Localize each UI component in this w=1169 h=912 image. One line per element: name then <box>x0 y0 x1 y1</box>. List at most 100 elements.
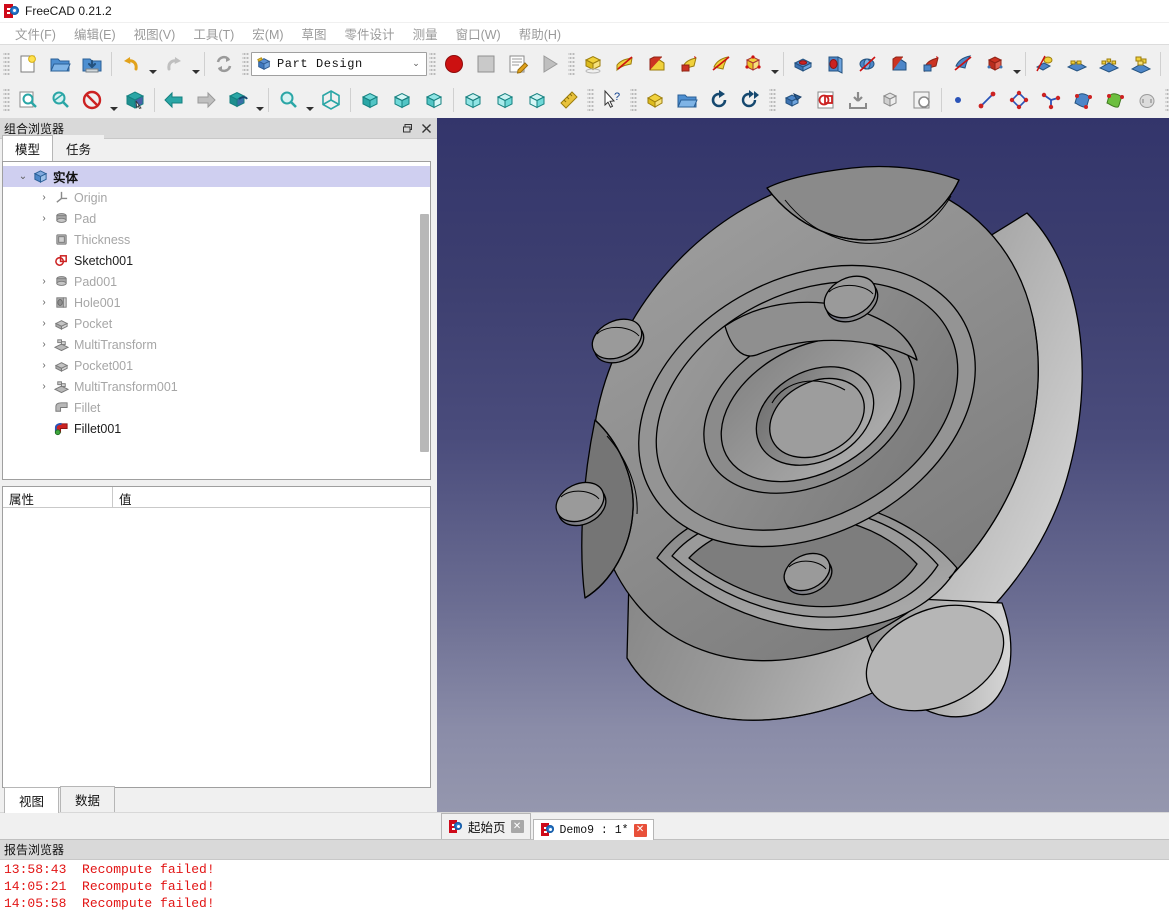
view-front-button[interactable] <box>354 84 386 116</box>
create-plane-button[interactable] <box>1035 84 1067 116</box>
fit-selection-button[interactable] <box>44 84 76 116</box>
tree-item-origin[interactable]: › Origin <box>3 187 430 208</box>
tab-tasks[interactable]: 任务 <box>53 135 105 161</box>
view-back-button[interactable] <box>158 84 190 116</box>
menu-sketch[interactable]: 草图 <box>293 22 336 45</box>
close-icon[interactable]: ✕ <box>510 820 524 833</box>
view-left-button[interactable] <box>521 84 553 116</box>
toolbar-grip[interactable] <box>242 51 249 76</box>
macro-stop-button[interactable] <box>470 48 502 80</box>
linear-pattern-button[interactable] <box>1061 48 1093 80</box>
tree-item-thickness[interactable]: Thickness <box>3 229 430 250</box>
subtractive-primitive-dropdown-icon[interactable] <box>1011 44 1022 83</box>
additive-pipe-button[interactable] <box>705 48 737 80</box>
view-bottom-button[interactable] <box>489 84 521 116</box>
subtractive-helix-button[interactable] <box>947 48 979 80</box>
redo-button[interactable] <box>158 48 190 80</box>
additive-primitive-dropdown-icon[interactable] <box>769 44 780 83</box>
undo-button[interactable] <box>115 48 147 80</box>
tree-item-multitransform[interactable]: › MultiTransform <box>3 334 430 355</box>
tab-data[interactable]: 数据 <box>60 786 116 812</box>
chevron-right-icon[interactable]: › <box>36 297 52 308</box>
create-shell-button[interactable] <box>1099 84 1131 116</box>
menu-measure[interactable]: 测量 <box>404 22 447 45</box>
chevron-down-icon[interactable]: ⌄ <box>408 58 424 69</box>
menu-window[interactable]: 窗口(W) <box>447 22 510 45</box>
subtractive-loft-button[interactable] <box>883 48 915 80</box>
toolbar-grip[interactable] <box>769 88 776 112</box>
toolbar-grip[interactable] <box>1165 88 1169 112</box>
fit-all-button[interactable] <box>12 84 44 116</box>
chevron-right-icon[interactable]: › <box>36 213 52 224</box>
view-isometric-button[interactable] <box>222 84 254 116</box>
axonometric-view-button[interactable] <box>315 84 347 116</box>
menu-tools[interactable]: 工具(T) <box>184 22 243 45</box>
model-tree[interactable]: ⌄ 实体 › Origin › Pad Thickness Sketch001 … <box>2 161 431 480</box>
document-tab-demo9[interactable]: Demo9 : 1* ✕ <box>532 819 654 840</box>
toolbar-grip[interactable] <box>630 88 637 112</box>
workbench-selector[interactable]: Part Design ⌄ <box>251 51 427 76</box>
whats-this-button[interactable]: ? <box>596 84 628 116</box>
chevron-right-icon[interactable]: › <box>36 192 52 203</box>
tree-item-hole001[interactable]: › Hole001 <box>3 292 430 313</box>
pocket-button[interactable] <box>787 48 819 80</box>
view-top-button[interactable] <box>386 84 418 116</box>
toolbar-grip[interactable] <box>429 51 436 76</box>
view-rear-button[interactable] <box>457 84 489 116</box>
create-part-button[interactable] <box>639 84 671 116</box>
additive-primitive-button[interactable] <box>737 48 769 80</box>
create-solid-button[interactable] <box>1131 84 1163 116</box>
view-isometric-dropdown-icon[interactable] <box>254 81 265 120</box>
menu-help[interactable]: 帮助(H) <box>510 22 570 45</box>
additive-loft-button[interactable] <box>673 48 705 80</box>
tab-model[interactable]: 模型 <box>2 135 54 162</box>
menu-macro[interactable]: 宏(M) <box>243 22 292 45</box>
create-line-button[interactable] <box>971 84 1003 116</box>
chevron-right-icon[interactable]: › <box>36 360 52 371</box>
open-document-button[interactable] <box>44 48 76 80</box>
subtractive-primitive-button[interactable] <box>979 48 1011 80</box>
multitransform-button[interactable] <box>1125 48 1157 80</box>
menu-view[interactable]: 视图(V) <box>125 22 185 45</box>
subtractive-pipe-button[interactable] <box>915 48 947 80</box>
chevron-right-icon[interactable]: › <box>36 276 52 287</box>
groove-button[interactable] <box>851 48 883 80</box>
create-body-button[interactable] <box>577 48 609 80</box>
chevron-right-icon[interactable]: › <box>36 339 52 350</box>
create-sketch-button[interactable] <box>810 84 842 116</box>
tree-item-pad[interactable]: › Pad <box>3 208 430 229</box>
macro-record-button[interactable] <box>438 48 470 80</box>
macro-edit-button[interactable] <box>502 48 534 80</box>
create-polygon-button[interactable] <box>1003 84 1035 116</box>
chevron-right-icon[interactable]: › <box>36 381 52 392</box>
draw-style-button[interactable] <box>76 84 108 116</box>
property-column-header[interactable]: 属性 <box>3 487 113 507</box>
document-tab-start-page[interactable]: 起始页 ✕ <box>441 813 531 839</box>
hole-button[interactable] <box>819 48 851 80</box>
pad-button[interactable] <box>609 48 641 80</box>
shape-info-button[interactable] <box>874 84 906 116</box>
polar-pattern-button[interactable] <box>1093 48 1125 80</box>
select-mode-button[interactable] <box>119 84 151 116</box>
close-icon[interactable] <box>418 120 435 136</box>
tree-item-multitransform001[interactable]: › MultiTransform001 <box>3 376 430 397</box>
menu-part-design[interactable]: 零件设计 <box>336 22 404 45</box>
toolbar-grip[interactable] <box>568 51 575 76</box>
zoom-dropdown-icon[interactable] <box>304 81 315 120</box>
draw-style-dropdown-icon[interactable] <box>108 81 119 120</box>
revolution-button[interactable] <box>641 48 673 80</box>
create-face-button[interactable] <box>1067 84 1099 116</box>
create-point-button[interactable] <box>945 84 971 116</box>
new-document-button[interactable] <box>12 48 44 80</box>
tree-scrollbar[interactable] <box>420 214 429 452</box>
validate-shape-button[interactable] <box>906 84 938 116</box>
close-icon[interactable]: ✕ <box>633 823 647 837</box>
chevron-right-icon[interactable]: › <box>36 318 52 329</box>
boolean-operation-button[interactable] <box>778 84 810 116</box>
menu-file[interactable]: 文件(F) <box>6 22 65 45</box>
tree-item-fillet[interactable]: Fillet <box>3 397 430 418</box>
mirrored-button[interactable] <box>1029 48 1061 80</box>
tree-item-sketch001[interactable]: Sketch001 <box>3 250 430 271</box>
toolbar-grip[interactable] <box>3 88 10 112</box>
macro-execute-button[interactable] <box>534 48 566 80</box>
